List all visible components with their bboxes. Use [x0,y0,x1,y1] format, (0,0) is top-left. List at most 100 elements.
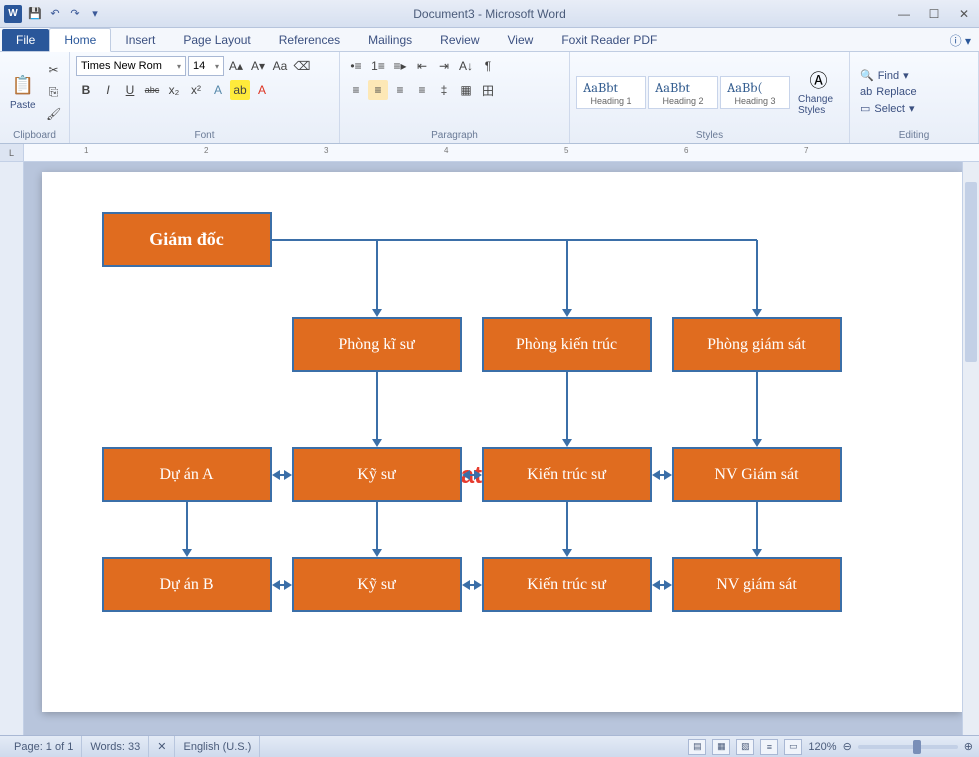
style-heading3[interactable]: AaBb( Heading 3 [720,76,790,109]
zoom-level[interactable]: 120% [808,741,836,753]
status-language[interactable]: English (U.S.) [175,736,260,757]
org-node-pa[interactable]: Dự án A [102,447,272,502]
org-node-nvg2[interactable]: NV giám sát [672,557,842,612]
view-print-layout-icon[interactable]: ▤ [688,739,706,755]
org-node-arch[interactable]: Phòng kiến trúc [482,317,652,372]
zoom-slider[interactable] [858,745,958,749]
increase-indent-icon[interactable]: ⇥ [434,56,454,76]
text-effects-icon[interactable]: A [208,80,228,100]
org-node-nvg1[interactable]: NV Giám sát [672,447,842,502]
font-size-combo[interactable]: 14 [188,56,224,76]
ruler-horizontal[interactable]: L 1234567 [0,144,979,162]
status-words[interactable]: Words: 33 [82,736,149,757]
view-draft-icon[interactable]: ▭ [784,739,802,755]
grow-font-icon[interactable]: A▴ [226,56,246,76]
line-spacing-icon[interactable]: ‡ [434,80,454,100]
bold-button[interactable]: B [76,80,96,100]
paste-icon: 📋 [11,74,35,98]
justify-icon[interactable]: ≡ [412,80,432,100]
find-icon: 🔍 [860,69,874,82]
redo-icon[interactable]: ↷ [66,5,84,23]
org-node-kts2[interactable]: Kiến trúc sư [482,557,652,612]
font-name-combo[interactable]: Times New Rom [76,56,186,76]
style-heading2[interactable]: AaBbt Heading 2 [648,76,718,109]
underline-button[interactable]: U [120,80,140,100]
scrollbar-vertical[interactable] [962,162,979,735]
align-left-icon[interactable]: ≡ [346,80,366,100]
close-button[interactable]: ✕ [949,4,979,24]
help-icon[interactable]: ⓘ ▾ [950,32,971,49]
styles-gallery[interactable]: AaBbt Heading 1 AaBbt Heading 2 AaBb( He… [576,76,790,109]
file-tab[interactable]: File [2,29,49,51]
view-outline-icon[interactable]: ≡ [760,739,778,755]
borders-icon[interactable]: 田 [478,80,498,100]
tab-home[interactable]: Home [49,28,111,52]
org-node-ks1[interactable]: Kỹ sư [292,447,462,502]
tab-references[interactable]: References [265,29,354,51]
scroll-thumb[interactable] [965,182,977,362]
sort-icon[interactable]: A↓ [456,56,476,76]
org-node-kts1[interactable]: Kiến trúc sư [482,447,652,502]
zoom-slider-thumb[interactable] [913,740,921,754]
replace-button[interactable]: abReplace [856,85,921,99]
italic-button[interactable]: I [98,80,118,100]
copy-icon[interactable]: ⎘ [44,82,64,102]
show-marks-icon[interactable]: ¶ [478,56,498,76]
numbering-icon[interactable]: 1≡ [368,56,388,76]
style-heading1[interactable]: AaBbt Heading 1 [576,76,646,109]
clipboard-group-label: Clipboard [6,128,63,141]
tab-page-layout[interactable]: Page Layout [169,29,264,51]
paste-button[interactable]: 📋 Paste [6,72,40,113]
org-node-pb[interactable]: Dự án B [102,557,272,612]
ruler-vertical[interactable] [0,162,24,735]
align-right-icon[interactable]: ≡ [390,80,410,100]
qat-more-icon[interactable]: ▾ [86,5,104,23]
page-scroll[interactable]: ThuThuatPhanMem.vn Giám đốcPhòng kĩ sưPh… [24,162,979,735]
subscript-button[interactable]: x₂ [164,80,184,100]
quick-access-toolbar: 💾 ↶ ↷ ▾ [26,5,104,23]
cut-icon[interactable]: ✂ [44,60,64,80]
zoom-in-button[interactable]: ⊕ [964,740,973,753]
org-node-ks2[interactable]: Kỹ sư [292,557,462,612]
tab-foxit[interactable]: Foxit Reader PDF [547,29,671,51]
org-node-eng[interactable]: Phòng kĩ sư [292,317,462,372]
ribbon-tabs: File Home Insert Page Layout References … [0,28,979,52]
org-node-dir[interactable]: Giám đốc [102,212,272,267]
status-proofing-icon[interactable]: ✕ [149,736,175,757]
undo-icon[interactable]: ↶ [46,5,64,23]
tab-view[interactable]: View [494,29,548,51]
align-center-icon[interactable]: ≡ [368,80,388,100]
multilevel-icon[interactable]: ≡▸ [390,56,410,76]
view-web-icon[interactable]: ▧ [736,739,754,755]
decrease-indent-icon[interactable]: ⇤ [412,56,432,76]
tab-mailings[interactable]: Mailings [354,29,426,51]
page[interactable]: ThuThuatPhanMem.vn Giám đốcPhòng kĩ sưPh… [42,172,962,712]
zoom-out-button[interactable]: ⊖ [843,740,852,753]
group-paragraph: •≡ 1≡ ≡▸ ⇤ ⇥ A↓ ¶ ≡ ≡ ≡ ≡ ‡ ▦ 田 Paragrap… [340,52,570,143]
change-case-icon[interactable]: Aa [270,56,290,76]
view-full-screen-icon[interactable]: ▦ [712,739,730,755]
superscript-button[interactable]: x² [186,80,206,100]
find-button[interactable]: 🔍Find ▾ [856,68,921,83]
select-button[interactable]: ▭Select ▾ [856,101,921,116]
status-page[interactable]: Page: 1 of 1 [6,736,82,757]
minimize-button[interactable]: — [889,4,919,24]
tab-review[interactable]: Review [426,29,493,51]
shading-icon[interactable]: ▦ [456,80,476,100]
font-color-icon[interactable]: A [252,80,272,100]
tab-insert[interactable]: Insert [111,29,169,51]
save-icon[interactable]: 💾 [26,5,44,23]
ruler-scale: 1234567 [24,144,979,161]
group-styles: AaBbt Heading 1 AaBbt Heading 2 AaBb( He… [570,52,850,143]
bullets-icon[interactable]: •≡ [346,56,366,76]
format-painter-icon[interactable]: 🖌 [44,104,64,124]
ruler-corner[interactable]: L [0,144,24,161]
change-styles-button[interactable]: Ⓐ Change Styles [794,66,843,118]
clear-formatting-icon[interactable]: ⌫ [292,56,312,76]
maximize-button[interactable]: ☐ [919,4,949,24]
shrink-font-icon[interactable]: A▾ [248,56,268,76]
strikethrough-button[interactable]: abc [142,80,162,100]
highlight-icon[interactable]: ab [230,80,250,100]
word-logo-icon: W [4,5,22,23]
org-node-sup[interactable]: Phòng giám sát [672,317,842,372]
